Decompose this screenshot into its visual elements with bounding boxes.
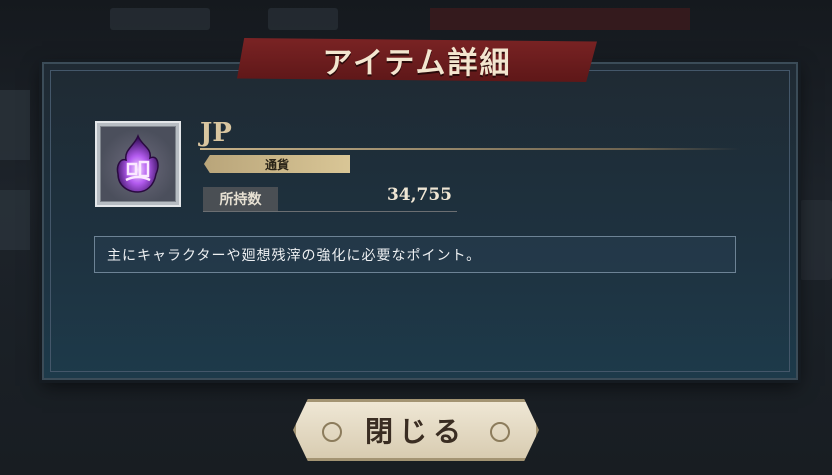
item-icon-frame xyxy=(95,121,181,207)
purple-flame-points-icon xyxy=(100,126,176,202)
dialog-title: アイテム詳細 xyxy=(322,46,512,81)
close-button-label: 閉じる xyxy=(364,415,467,448)
item-name: JP xyxy=(200,118,232,148)
bg-tab xyxy=(110,8,210,30)
bg-banner xyxy=(430,8,690,30)
owned-count-value: 34,755 xyxy=(386,185,452,205)
category-label: 通貨 xyxy=(264,157,289,172)
category-badge: 通貨 xyxy=(204,155,350,173)
ornament-icon xyxy=(490,422,510,442)
owned-divider xyxy=(203,211,457,212)
description-text: 主にキャラクターや廻想残滓の強化に必要なポイント。 xyxy=(107,247,482,264)
bg-side xyxy=(0,90,30,160)
owned-count-label: 所持数 xyxy=(203,187,278,211)
title-ribbon: アイテム詳細 xyxy=(237,38,597,82)
dialog-frame xyxy=(50,70,790,372)
ornament-icon xyxy=(322,422,342,442)
bg-side xyxy=(0,190,30,250)
name-divider xyxy=(200,148,740,150)
item-description: 主にキャラクターや廻想残滓の強化に必要なポイント。 xyxy=(94,236,736,273)
item-detail-dialog xyxy=(42,62,798,380)
close-button[interactable]: 閉じる xyxy=(293,399,539,461)
bg-side xyxy=(800,200,832,280)
bg-tab xyxy=(268,8,338,30)
